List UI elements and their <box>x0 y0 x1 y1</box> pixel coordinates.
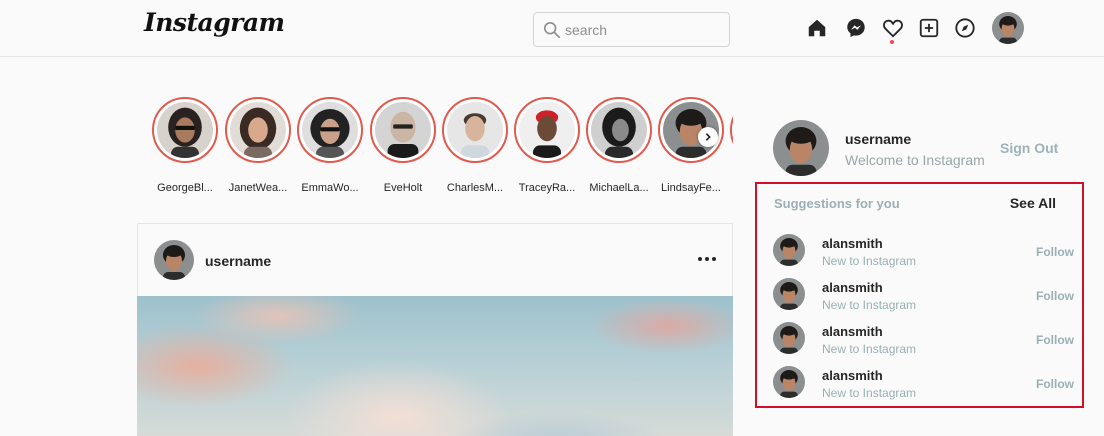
suggestion-avatar[interactable] <box>773 322 805 354</box>
follow-button[interactable]: Follow <box>1036 333 1074 347</box>
search-icon <box>543 21 561 39</box>
post-image[interactable] <box>137 296 733 436</box>
story-item[interactable]: EveHolt <box>370 97 436 194</box>
suggestion-name[interactable]: alansmith <box>822 236 883 251</box>
suggestion-subtitle: New to Instagram <box>822 386 917 400</box>
sidebar-username[interactable]: username <box>845 131 911 147</box>
story-avatar <box>157 102 213 158</box>
story-label: MichaelLa... <box>589 182 649 194</box>
story-label: TraceyRa... <box>518 182 576 194</box>
suggestion-name[interactable]: alansmith <box>822 368 883 383</box>
suggestions-title: Suggestions for you <box>774 196 900 211</box>
suggestion-avatar[interactable] <box>773 366 805 398</box>
story-item[interactable]: CharlesM... <box>442 97 508 194</box>
story-label: EmmaWo... <box>301 182 359 194</box>
follow-button[interactable]: Follow <box>1036 377 1074 391</box>
notification-dot <box>890 40 894 44</box>
feed-post: username <box>137 223 733 436</box>
suggestion-item: alansmith New to Instagram Follow <box>773 278 1074 318</box>
heart-icon[interactable] <box>882 17 904 39</box>
suggestions-panel: Suggestions for you See All alansmith Ne… <box>755 182 1084 408</box>
search-box[interactable] <box>533 12 730 47</box>
follow-button[interactable]: Follow <box>1036 289 1074 303</box>
story-ring <box>586 97 652 163</box>
follow-button[interactable]: Follow <box>1036 245 1074 259</box>
sign-out-button[interactable]: Sign Out <box>1000 140 1058 156</box>
suggestion-name[interactable]: alansmith <box>822 280 883 295</box>
story-avatar <box>302 102 358 158</box>
suggestion-item: alansmith New to Instagram Follow <box>773 366 1074 406</box>
new-post-icon[interactable] <box>918 17 940 39</box>
post-username[interactable]: username <box>205 253 271 269</box>
story-avatar <box>375 102 431 158</box>
story-item[interactable]: TraceyRa... <box>514 97 580 194</box>
story-ring <box>514 97 580 163</box>
story-ring <box>442 97 508 163</box>
suggestion-subtitle: New to Instagram <box>822 298 917 312</box>
story-label: CharlesM... <box>446 182 504 194</box>
story-label: EveHolt <box>383 182 423 194</box>
post-avatar[interactable] <box>154 240 194 280</box>
suggestion-name[interactable]: alansmith <box>822 324 883 339</box>
sidebar-subtitle: Welcome to Instagram <box>845 152 985 168</box>
profile-avatar[interactable] <box>992 12 1024 44</box>
story-item[interactable]: EmmaWo... <box>297 97 363 194</box>
story-avatar <box>447 102 503 158</box>
suggestion-avatar[interactable] <box>773 278 805 310</box>
story-item[interactable]: JanetWea... <box>225 97 291 194</box>
story-ring <box>297 97 363 163</box>
story-avatar <box>230 102 286 158</box>
suggestion-subtitle: New to Instagram <box>822 254 917 268</box>
instagram-logo[interactable]: Instagram <box>144 8 285 37</box>
story-label: JanetWea... <box>228 182 288 194</box>
more-options-icon[interactable] <box>696 248 718 270</box>
home-icon[interactable] <box>806 17 828 39</box>
story-ring <box>225 97 291 163</box>
see-all-link[interactable]: See All <box>1010 195 1056 211</box>
stories-bar: GeorgeBl... JanetWea... EmmaWo... EveHol… <box>137 80 733 197</box>
story-item[interactable] <box>730 97 733 187</box>
story-label: LindsayFe... <box>661 182 721 194</box>
explore-icon[interactable] <box>954 17 976 39</box>
top-navbar: Instagram <box>0 0 1104 57</box>
story-ring <box>370 97 436 163</box>
stories-next-button[interactable] <box>698 127 718 147</box>
story-avatar <box>591 102 647 158</box>
sidebar-profile-avatar[interactable] <box>773 120 829 176</box>
story-label: GeorgeBl... <box>157 182 213 194</box>
story-ring <box>152 97 218 163</box>
messenger-icon[interactable] <box>845 17 867 39</box>
story-avatar <box>519 102 575 158</box>
chevron-right-icon <box>705 133 711 141</box>
story-ring <box>730 97 733 163</box>
story-item[interactable]: MichaelLa... <box>586 97 652 194</box>
suggestion-item: alansmith New to Instagram Follow <box>773 234 1074 274</box>
story-item[interactable]: GeorgeBl... <box>152 97 218 194</box>
suggestion-avatar[interactable] <box>773 234 805 266</box>
search-input[interactable] <box>565 19 720 41</box>
suggestion-subtitle: New to Instagram <box>822 342 917 356</box>
suggestion-item: alansmith New to Instagram Follow <box>773 322 1074 362</box>
